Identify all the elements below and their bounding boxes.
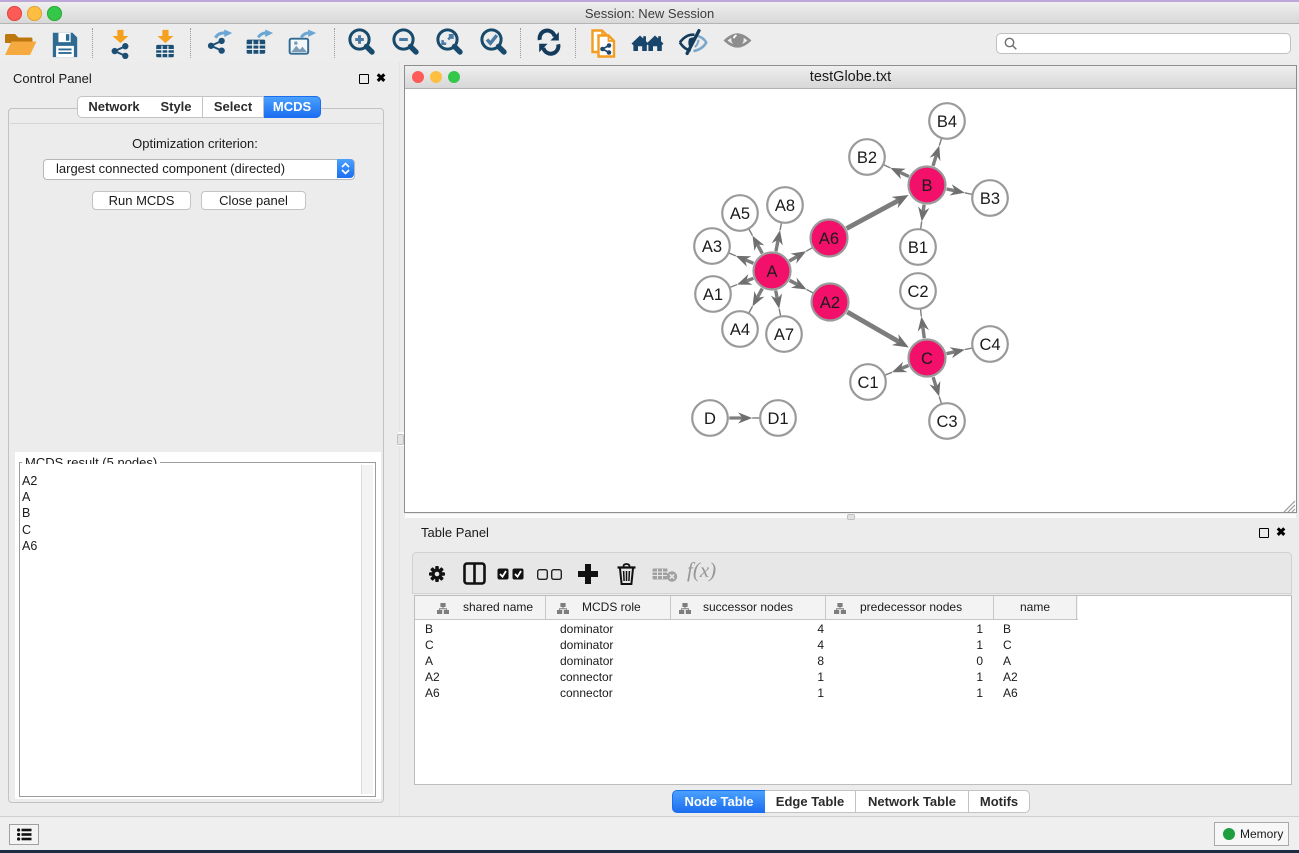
svg-text:B1: B1 xyxy=(908,239,928,257)
svg-text:A5: A5 xyxy=(730,205,750,223)
svg-text:A8: A8 xyxy=(775,197,795,215)
svg-text:B2: B2 xyxy=(857,149,877,167)
svg-text:C4: C4 xyxy=(979,336,1000,354)
svg-text:A3: A3 xyxy=(702,238,722,256)
svg-text:B: B xyxy=(921,177,932,195)
svg-text:A1: A1 xyxy=(703,286,723,304)
svg-text:A: A xyxy=(766,263,777,281)
svg-text:B3: B3 xyxy=(980,190,1000,208)
svg-text:D1: D1 xyxy=(767,410,788,428)
svg-text:C3: C3 xyxy=(936,413,957,431)
svg-text:C: C xyxy=(921,350,933,368)
svg-text:A4: A4 xyxy=(730,321,750,339)
svg-text:C2: C2 xyxy=(907,283,928,301)
svg-text:A7: A7 xyxy=(774,326,794,344)
svg-text:C1: C1 xyxy=(857,374,878,392)
svg-text:A6: A6 xyxy=(819,230,839,248)
svg-text:A2: A2 xyxy=(820,294,840,312)
svg-text:D: D xyxy=(704,410,716,428)
svg-text:B4: B4 xyxy=(937,113,957,131)
